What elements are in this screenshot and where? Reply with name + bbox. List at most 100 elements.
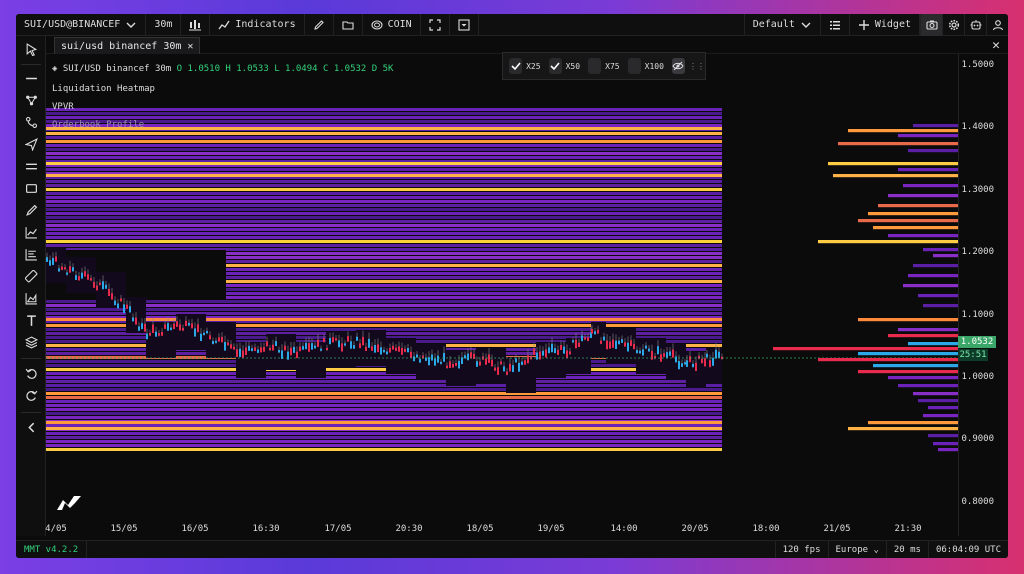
candle	[102, 281, 104, 290]
horizontal-line-tool[interactable]	[22, 69, 40, 87]
x50-checkbox[interactable]	[548, 58, 562, 74]
chart-tab-title: sui/usd binancef 30m	[61, 40, 182, 52]
profile-bar	[898, 168, 958, 172]
drag-handle-icon[interactable]: ⋮⋮	[689, 62, 705, 71]
nodes-tool[interactable]	[22, 91, 40, 109]
coin-button[interactable]: COIN	[363, 14, 421, 36]
candle	[657, 346, 659, 355]
candle	[709, 360, 711, 368]
indicator-vpvr[interactable]: VPVR	[52, 98, 393, 116]
candle	[203, 332, 205, 335]
candle	[66, 272, 68, 275]
candle	[49, 260, 51, 266]
indicator-orderbook-profile[interactable]: Orderbook Profile	[52, 116, 393, 134]
heatmap-band	[46, 144, 722, 147]
candle	[230, 344, 232, 349]
candle	[431, 354, 433, 361]
candle	[93, 281, 95, 288]
time-label: 20:30	[395, 524, 423, 534]
ray-tool[interactable]	[22, 135, 40, 153]
candle	[398, 346, 400, 352]
folder-button[interactable]	[334, 14, 363, 36]
undo-button[interactable]	[22, 364, 40, 382]
heatmap-band	[46, 440, 722, 443]
candle	[648, 348, 650, 352]
heatmap-band	[46, 412, 722, 415]
candle	[603, 336, 605, 341]
profile-bar	[928, 406, 958, 410]
x25-checkbox[interactable]	[509, 58, 523, 74]
trend-tool[interactable]	[22, 223, 40, 241]
area-tool[interactable]	[22, 289, 40, 307]
redo-button[interactable]	[22, 386, 40, 404]
app-version: MMT v4.2.2	[16, 540, 88, 558]
candle	[524, 360, 526, 365]
candle	[551, 343, 553, 353]
region-selector[interactable]: Europe ⌄	[827, 540, 886, 558]
path-tool[interactable]	[22, 113, 40, 131]
parallel-lines-tool[interactable]	[22, 157, 40, 175]
profile-bar	[918, 294, 958, 298]
heatmap-band	[46, 148, 722, 151]
timeframe-selector[interactable]: 30m	[146, 14, 182, 36]
list-button[interactable]	[821, 14, 850, 36]
heatmap-band	[46, 300, 722, 303]
candle	[129, 306, 131, 313]
top-toolbar: SUI/USD@BINANCEF 30m Indicators COIN Def…	[16, 14, 1008, 36]
candle	[645, 345, 647, 349]
candle	[621, 339, 623, 343]
fullscreen-button[interactable]	[421, 14, 450, 36]
heatmap-band	[46, 312, 722, 315]
candle	[678, 361, 680, 370]
cursor-tool[interactable]	[22, 40, 40, 58]
profile-bar	[898, 134, 958, 138]
text-tool[interactable]	[22, 311, 40, 329]
candle	[132, 317, 134, 322]
brush-tool[interactable]	[22, 201, 40, 219]
bot-button[interactable]	[964, 14, 986, 36]
draw-button[interactable]	[305, 14, 334, 36]
heatmap-band	[46, 380, 722, 383]
candle	[75, 275, 77, 280]
time-label: 20/05	[681, 524, 709, 534]
candle	[135, 317, 137, 325]
layers-tool[interactable]	[22, 333, 40, 351]
candle	[557, 349, 559, 355]
price-axis[interactable]: 1.5000 1.4000 1.3000 1.2000 1.1000 1.000…	[958, 54, 1008, 536]
close-tab-icon[interactable]: ✕	[187, 41, 193, 52]
hide-toggle[interactable]	[671, 58, 686, 74]
candle	[173, 323, 175, 330]
chart-type-button[interactable]	[181, 14, 211, 36]
candle	[350, 341, 352, 349]
settings-button[interactable]	[942, 14, 964, 36]
chart-tab[interactable]: sui/usd binancef 30m ✕	[54, 37, 201, 54]
account-button[interactable]	[986, 14, 1008, 36]
close-icon[interactable]: ✕	[992, 38, 1000, 53]
time-axis[interactable]: 4/05 15/05 16/05 16:30 17/05 20:30 18/05…	[45, 520, 958, 536]
screenshot-button[interactable]	[920, 14, 942, 36]
candle	[509, 363, 511, 372]
rectangle-tool[interactable]	[22, 179, 40, 197]
profile-bar	[908, 149, 958, 153]
coin-label: COIN	[387, 19, 412, 30]
x75-checkbox[interactable]	[588, 58, 602, 74]
ruler-tool[interactable]	[22, 267, 40, 285]
fib-tool[interactable]	[22, 245, 40, 263]
add-widget-button[interactable]: Widget	[850, 14, 920, 36]
indicator-liquidation-heatmap[interactable]: Liquidation Heatmap	[52, 80, 393, 98]
candle	[383, 349, 385, 353]
x100-checkbox[interactable]	[627, 58, 641, 74]
time-label: 21:30	[894, 524, 922, 534]
candle	[114, 300, 116, 306]
candle	[560, 345, 562, 350]
candle	[278, 349, 280, 353]
layout-selector[interactable]: Default	[743, 14, 821, 36]
dropdown-box-button[interactable]	[450, 14, 479, 36]
heatmap-band	[46, 184, 722, 187]
indicators-button[interactable]: Indicators	[210, 14, 305, 36]
exchange-icon: ◈	[52, 64, 58, 74]
symbol-label: SUI/USD@BINANCEF	[24, 19, 121, 30]
collapse-toolbar-button[interactable]	[22, 418, 40, 436]
heatmap-band	[46, 404, 722, 407]
symbol-selector[interactable]: SUI/USD@BINANCEF	[16, 14, 147, 36]
